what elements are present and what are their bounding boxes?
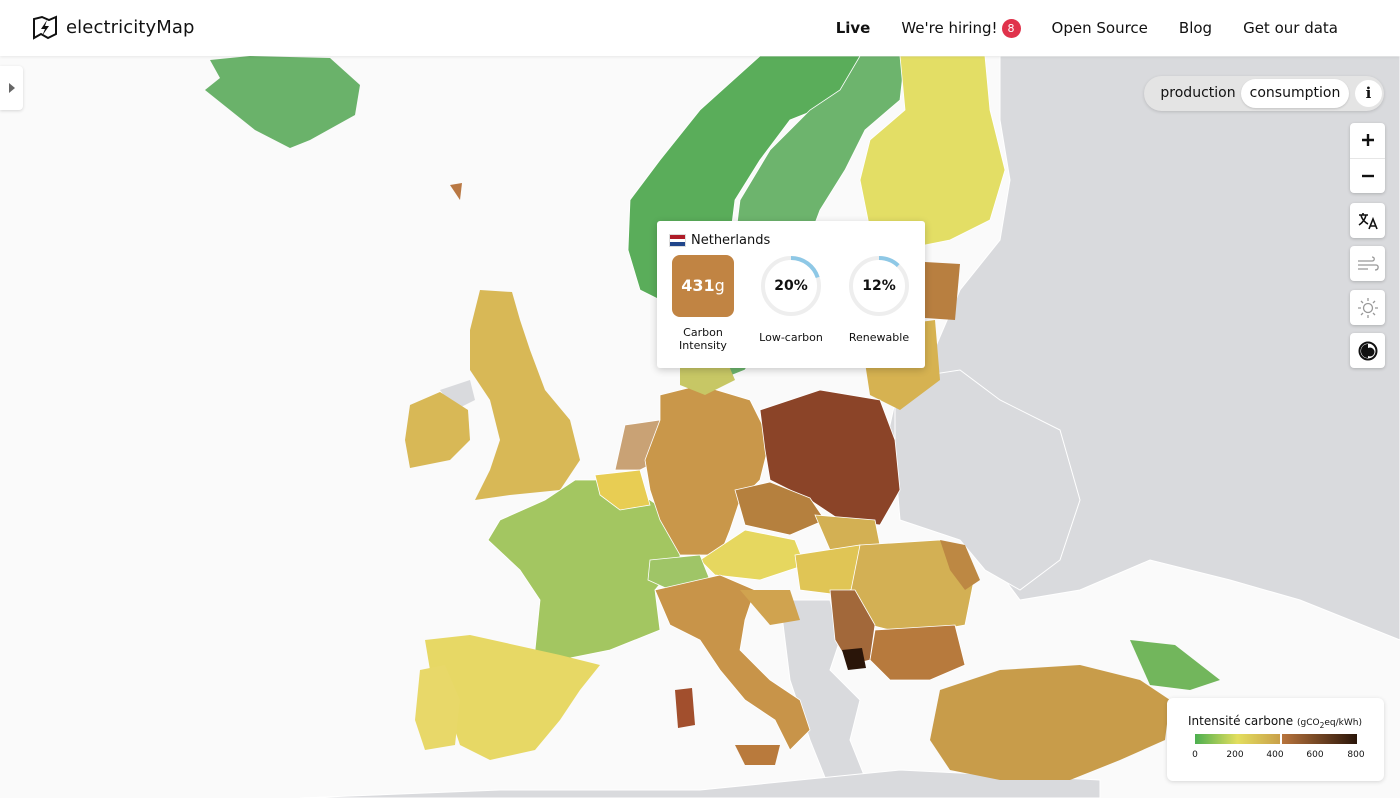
renewable-value: 12% <box>862 278 896 294</box>
plus-icon <box>1361 134 1374 147</box>
region-sardinia <box>675 688 695 728</box>
legend-tick-200: 200 <box>1226 750 1244 760</box>
hiring-badge: 8 <box>1001 18 1021 38</box>
nav-open-source[interactable]: Open Source <box>1052 19 1148 37</box>
sidebar-toggle-button[interactable] <box>0 66 23 110</box>
zoom-out-button[interactable] <box>1350 159 1385 194</box>
info-button[interactable]: i <box>1355 80 1382 107</box>
nav-hiring-label: We're hiring! <box>901 19 998 37</box>
dark-mode-button[interactable] <box>1350 333 1385 368</box>
low-carbon-gauge: 20% <box>760 255 822 317</box>
europe-map[interactable] <box>0 56 1400 798</box>
netherlands-flag-icon <box>669 234 686 247</box>
tooltip-country: Netherlands <box>691 233 771 248</box>
nav-blog-label: Blog <box>1178 19 1213 37</box>
zoom-controls <box>1350 123 1385 193</box>
legend-title: Intensité carbone (gCO2eq/kWh) <box>1188 714 1362 730</box>
zoom-in-button[interactable] <box>1350 123 1385 159</box>
carbon-intensity-value: 431 <box>681 276 715 295</box>
solar-layer-button[interactable] <box>1350 290 1385 325</box>
legend-title-text: Intensité carbone <box>1188 714 1294 728</box>
legend-tick-0: 0 <box>1192 750 1198 760</box>
language-button[interactable] <box>1350 203 1385 238</box>
legend-unit-suffix: eq/kWh) <box>1324 718 1362 728</box>
tooltip-title: Netherlands <box>669 233 770 248</box>
legend-unit-prefix: (gCO <box>1297 718 1320 728</box>
logo-text: electricityMap <box>66 16 195 38</box>
renewable-label: Renewable <box>848 331 910 344</box>
legend-color-bar <box>1195 734 1357 744</box>
translate-icon <box>1358 212 1378 229</box>
wind-layer-button[interactable] <box>1350 246 1385 281</box>
legend-tick-400: 400 <box>1266 750 1284 760</box>
carbon-intensity-unit: g <box>714 276 725 295</box>
top-header: electricityMap Live We're hiring! 8 Open … <box>0 0 1400 56</box>
production-consumption-toggle: production consumption i <box>1144 76 1384 111</box>
nav-hiring[interactable]: We're hiring! 8 <box>901 18 1021 38</box>
carbon-intensity-legend: Intensité carbone (gCO2eq/kWh) 0 200 400… <box>1167 698 1384 781</box>
carbon-intensity-box: 431g <box>672 255 734 317</box>
main-nav: Live We're hiring! 8 Open Source Blog Get… <box>836 0 1338 56</box>
carbon-intensity-label: Carbon Intensity <box>679 326 727 352</box>
production-button[interactable]: production <box>1150 79 1246 108</box>
caret-right-icon <box>8 83 15 93</box>
lightning-logo-icon <box>33 15 57 40</box>
nav-get-data-label: Get our data <box>1243 19 1338 37</box>
contrast-icon <box>1358 341 1377 360</box>
consumption-button[interactable]: consumption <box>1241 79 1349 108</box>
nav-live[interactable]: Live <box>836 19 871 37</box>
legend-tick-800: 800 <box>1347 750 1365 760</box>
renewable-gauge: 12% <box>848 255 910 317</box>
low-carbon-value: 20% <box>774 278 808 294</box>
nav-open-source-label: Open Source <box>1051 19 1148 37</box>
low-carbon-label: Low-carbon <box>759 331 823 344</box>
region-estonia <box>925 262 960 320</box>
sun-icon <box>1357 297 1378 318</box>
minus-icon <box>1361 174 1374 177</box>
country-tooltip: Netherlands 431g Carbon Intensity 20% Lo… <box>657 221 925 368</box>
wind-icon <box>1357 255 1379 271</box>
legend-unit: (gCO2eq/kWh) <box>1297 718 1362 730</box>
nav-live-label: Live <box>835 19 871 37</box>
legend-tick-600: 600 <box>1306 750 1324 760</box>
logo[interactable]: electricityMap <box>30 14 195 40</box>
nav-get-data[interactable]: Get our data <box>1243 19 1338 37</box>
nav-blog[interactable]: Blog <box>1179 19 1212 37</box>
